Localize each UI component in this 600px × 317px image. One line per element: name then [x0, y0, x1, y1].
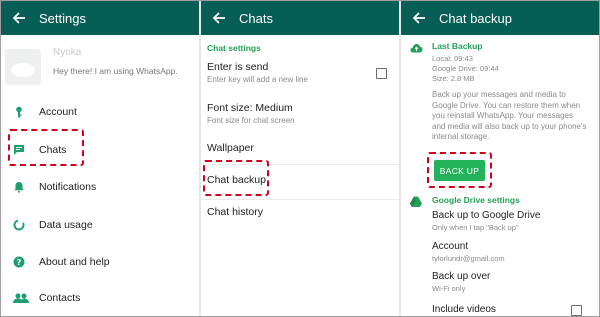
- chats-highlight-box: [8, 129, 84, 166]
- setting-title: Chat history: [207, 206, 264, 218]
- profile-status: Hey there! I am using WhatsApp.: [53, 66, 178, 76]
- chat-backup-appbar: Chat backup: [401, 1, 599, 35]
- settings-item-label: Contacts: [39, 292, 81, 304]
- svg-text:?: ?: [17, 258, 22, 267]
- include-videos-row[interactable]: Include videos: [401, 302, 599, 316]
- include-videos-checkbox[interactable]: [571, 305, 582, 316]
- contacts-icon: [13, 292, 29, 304]
- setting-subtitle: tylorlundr@gmail.com: [432, 254, 505, 263]
- description-line: and media will also back up to your phon…: [432, 121, 587, 131]
- chats-appbar: Chats: [201, 1, 399, 35]
- page-title: Chats: [239, 10, 273, 26]
- back-up-highlight-box: [427, 152, 492, 188]
- section-header: Chat settings: [207, 43, 261, 53]
- back-up-to-drive-row[interactable]: Back up to Google Drive Only when I tap …: [401, 208, 599, 234]
- settings-appbar: Settings: [1, 1, 199, 35]
- cloud-upload-icon: [410, 40, 423, 53]
- description-line: internal storage.: [432, 132, 490, 142]
- section-header: Google Drive settings: [432, 195, 520, 205]
- setting-title: Back up to Google Drive: [432, 210, 541, 221]
- font-size-row[interactable]: Font size: Medium Font size for chat scr…: [201, 99, 399, 131]
- local-backup-time: Local: 09:43: [432, 54, 473, 63]
- setting-title: Back up over: [432, 271, 491, 282]
- back-arrow-icon[interactable]: [9, 8, 29, 28]
- bell-icon: [13, 181, 25, 193]
- settings-item-label: Data usage: [39, 219, 93, 231]
- setting-subtitle: Enter key will add a new line: [207, 75, 308, 84]
- google-drive-backup-time: Google Drive: 09:44: [432, 64, 499, 73]
- key-icon: [13, 106, 25, 118]
- chats-screen: Chats Chat settings Enter is send Enter …: [201, 1, 399, 316]
- setting-title: Font size: Medium: [207, 102, 293, 114]
- setting-title: Account: [432, 241, 469, 252]
- description-line: Google Drive. You can restore them when: [432, 100, 581, 110]
- page-title: Settings: [39, 10, 86, 26]
- wallpaper-row[interactable]: Wallpaper: [201, 139, 399, 159]
- settings-item-label: Notifications: [39, 181, 97, 193]
- description-line: Back up your messages and media to: [432, 90, 566, 99]
- avatar[interactable]: [5, 49, 41, 85]
- profile-name: Nyoka: [53, 47, 82, 58]
- setting-subtitle: Font size for chat screen: [207, 116, 295, 125]
- backup-size: Size: 2.8 MB: [432, 74, 475, 83]
- settings-item-notifications[interactable]: Notifications: [1, 175, 199, 199]
- back-up-over-row[interactable]: Back up over Wi-Fi only: [401, 269, 599, 295]
- setting-subtitle: Only when I tap "Back up": [432, 223, 519, 232]
- back-arrow-icon[interactable]: [409, 8, 429, 28]
- account-row[interactable]: Account tylorlundr@gmail.com: [401, 239, 599, 265]
- settings-item-label: About and help: [39, 256, 110, 268]
- settings-item-label: Account: [39, 106, 77, 118]
- back-arrow-icon[interactable]: [209, 8, 229, 28]
- description-line: you reinstall WhatsApp. Your messages: [432, 111, 573, 121]
- data-usage-icon: [13, 219, 25, 231]
- settings-item-data-usage[interactable]: Data usage: [1, 213, 199, 237]
- chat-history-row[interactable]: Chat history: [201, 203, 399, 223]
- google-drive-icon: [410, 194, 422, 207]
- setting-title: Include videos: [432, 304, 496, 315]
- section-header: Last Backup: [432, 41, 483, 51]
- settings-item-contacts[interactable]: Contacts: [1, 286, 199, 310]
- setting-subtitle: Wi-Fi only: [432, 284, 466, 293]
- enter-is-send-checkbox[interactable]: [376, 68, 387, 79]
- help-icon: ?: [13, 256, 25, 268]
- chat-backup-highlight-box: [203, 160, 269, 196]
- divider: [201, 199, 399, 200]
- chat-backup-screen: Chat backup Last Backup Local: 09:43 Goo…: [401, 1, 599, 316]
- setting-title: Wallpaper: [207, 142, 254, 154]
- setting-title: Enter is send: [207, 61, 269, 73]
- profile-row[interactable]: Nyoka Hey there! I am using WhatsApp.: [1, 41, 199, 93]
- settings-item-account[interactable]: Account: [1, 100, 199, 124]
- backup-description: Back up your messages and media to Googl…: [432, 90, 598, 143]
- page-title: Chat backup: [439, 10, 512, 26]
- settings-screen: Settings Nyoka Hey there! I am using Wha…: [1, 1, 199, 316]
- settings-item-about-help[interactable]: ? About and help: [1, 250, 199, 274]
- enter-is-send-row[interactable]: Enter is send Enter key will add a new l…: [201, 58, 399, 90]
